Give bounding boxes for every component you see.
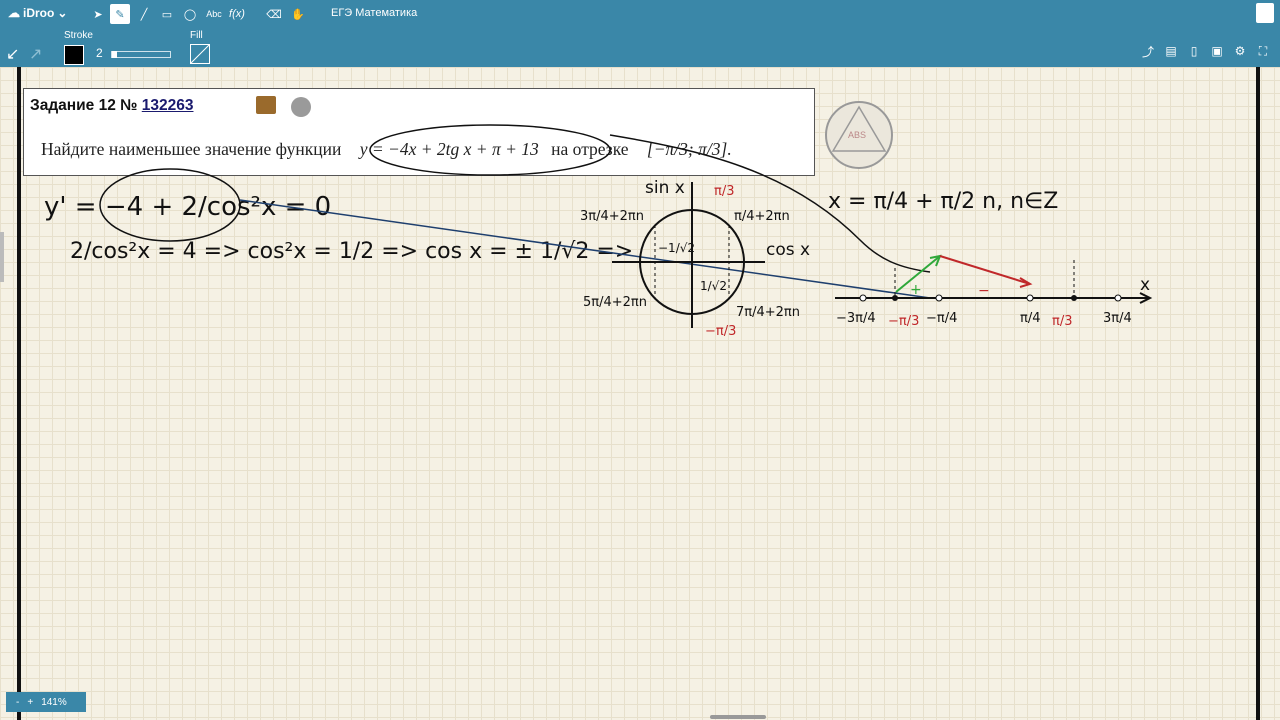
point-neg-pi3	[892, 295, 898, 301]
sin-label: sin x	[645, 178, 685, 198]
minus-sign: −	[978, 283, 990, 299]
label-neg3pi4: −3π/4	[836, 311, 876, 326]
zoom-out-button[interactable]: -	[16, 697, 19, 708]
formula-oval	[369, 124, 611, 176]
point-pi4	[1026, 294, 1034, 302]
zoom-level: 141%	[41, 696, 67, 708]
point-3pi4	[1114, 294, 1122, 302]
plus-sign: +	[910, 282, 922, 298]
point-neg-pi4	[935, 294, 943, 302]
point-neg3pi4	[859, 294, 867, 302]
zoom-control: - + 141%	[6, 692, 86, 712]
label-3pi4: 3π/4	[1103, 311, 1132, 326]
neg-pi-3-label: −π/3	[705, 324, 736, 339]
5pi4-label: 5π/4+2πn	[583, 295, 647, 310]
7pi4-label: 7π/4+2πn	[736, 305, 800, 320]
label-x: x	[1140, 275, 1150, 295]
point-pi3	[1071, 295, 1077, 301]
zoom-in-button[interactable]: +	[27, 697, 33, 708]
label-neg-pi4: −π/4	[926, 311, 957, 326]
decreasing-arrow	[939, 255, 1031, 285]
bottom-scrollbar[interactable]	[710, 715, 766, 719]
cos-label: cos x	[766, 240, 810, 260]
pi4-label: π/4+2πn	[734, 209, 790, 224]
pi-3-label: π/3	[714, 184, 734, 199]
neg-inv-sqrt2: −1/√2	[658, 241, 695, 255]
cos-equation: 2/cos²x = 4 => cos²x = 1/2 => cos x = ± …	[70, 239, 633, 264]
3pi4-label: 3π/4+2πn	[580, 209, 644, 224]
label-pi3: π/3	[1052, 314, 1072, 329]
inv-sqrt2: 1/√2	[700, 279, 727, 293]
handwriting-layer: y' = −4 + 2/cos²x = 0 2/cos²x = 4 => cos…	[44, 124, 1153, 339]
label-neg-pi3: −π/3	[888, 314, 919, 329]
solution-set: x = π/4 + π/2 n, n∈Z	[828, 189, 1058, 214]
label-pi4: π/4	[1020, 311, 1040, 326]
